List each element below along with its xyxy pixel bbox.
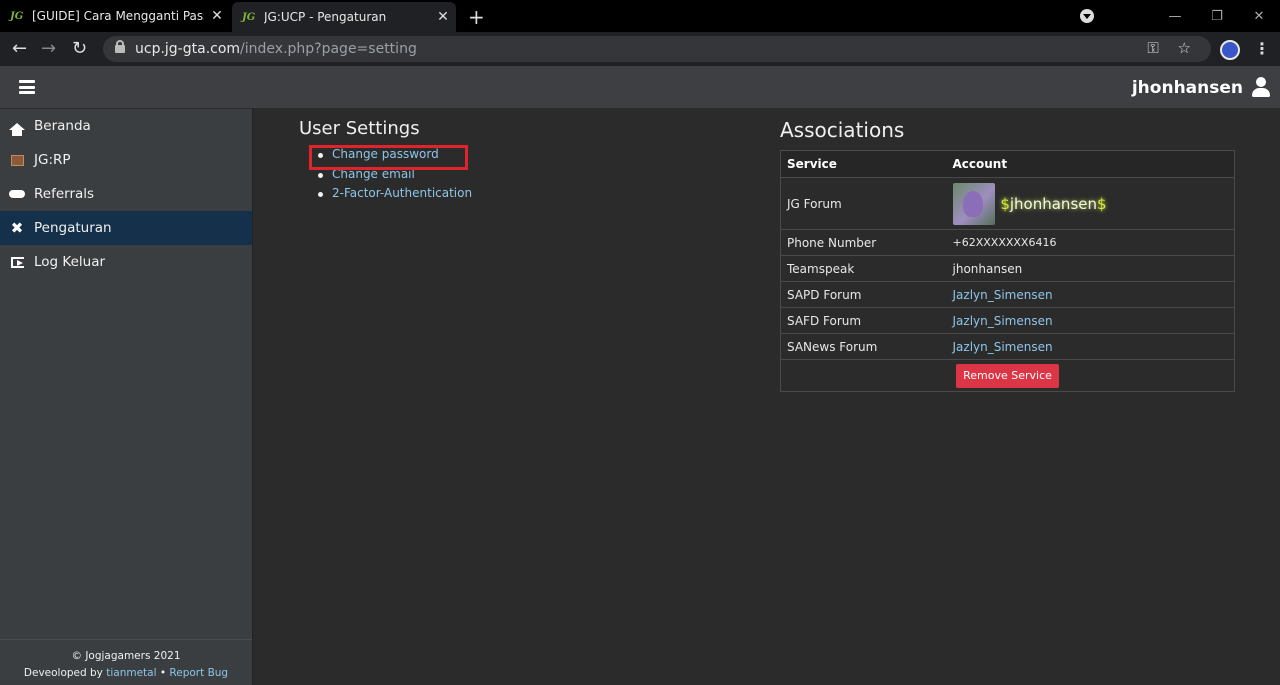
- sidebar-item-label: JG:RP: [34, 152, 71, 168]
- sidebar-footer: © Jogjagamers 2021 Deveoloped by tianmet…: [0, 639, 252, 682]
- jg-favicon-icon: JG: [10, 10, 24, 22]
- minimize-icon[interactable]: —: [1154, 9, 1196, 24]
- sidebar-item-referrals[interactable]: Referrals: [0, 177, 252, 211]
- sidebar-item-jgrp[interactable]: JG:RP: [0, 143, 252, 177]
- developed-prefix: Deveoloped by: [23, 667, 103, 679]
- home-icon: [9, 119, 25, 136]
- sidebar-item-label: Log Keluar: [34, 254, 106, 270]
- table-row: Phone Number +62XXXXXXX6416: [780, 229, 1235, 256]
- tools-icon: ✖: [10, 219, 24, 237]
- forward-icon[interactable]: →: [41, 38, 56, 59]
- forum-avatar: [952, 182, 995, 225]
- sidebar: Beranda JG:RP Referrals ✖ Pengaturan Log…: [0, 109, 253, 685]
- remove-service-button[interactable]: Remove Service: [956, 363, 1059, 388]
- lock-icon[interactable]: [115, 40, 125, 53]
- copyright-text: © Jogjagamers 2021: [71, 650, 181, 662]
- account-link[interactable]: Jazlyn_Simensen: [946, 333, 1235, 360]
- avatar[interactable]: [1220, 40, 1240, 60]
- jgrp-icon: [9, 153, 25, 167]
- account-cell: jhonhansen: [946, 255, 1235, 282]
- service-cell: JG Forum: [780, 177, 947, 230]
- new-tab-icon[interactable]: +: [468, 5, 485, 29]
- two-factor-auth-link[interactable]: 2-Factor-Authentication: [316, 184, 472, 204]
- window-controls: — ❐ ✕: [1080, 0, 1280, 32]
- sidebar-item-log-keluar[interactable]: Log Keluar: [0, 245, 252, 279]
- associations-table: Service Account JG Forum $jhonhansen$ Ph…: [780, 150, 1235, 392]
- table-row: Teamspeak jhonhansen: [780, 255, 1235, 282]
- browser-tab-guide[interactable]: JG [GUIDE] Cara Mengganti Passwo ✕: [0, 0, 230, 32]
- table-row: SAPD Forum Jazlyn_Simensen: [780, 281, 1235, 308]
- address-bar: ← → ↻ ucp.jg-gta.com/index.php?page=sett…: [0, 32, 1280, 66]
- app-header: jhonhansen: [0, 66, 1280, 109]
- sidebar-item-label: Referrals: [34, 186, 95, 202]
- jg-favicon-icon: JG: [242, 11, 256, 23]
- developer-link[interactable]: tianmetal: [106, 667, 156, 679]
- browser-tab-pengaturan[interactable]: JG JG:UCP - Pengaturan ✕: [232, 2, 456, 32]
- username[interactable]: jhonhansen: [1132, 78, 1243, 98]
- close-icon[interactable]: ✕: [430, 9, 456, 25]
- reload-icon[interactable]: ↻: [72, 38, 87, 59]
- associations-section: Associations Service Account JG Forum $j…: [780, 118, 1235, 392]
- tab-search-icon[interactable]: [1080, 9, 1094, 23]
- service-cell: Phone Number: [780, 229, 947, 256]
- remove-row: Remove Service: [780, 359, 1235, 392]
- service-cell: SAFD Forum: [780, 307, 947, 334]
- user-settings-title: User Settings: [299, 118, 420, 139]
- sidebar-item-pengaturan[interactable]: ✖ Pengaturan: [0, 211, 252, 245]
- hamburger-menu-icon[interactable]: [19, 80, 35, 94]
- service-cell: Teamspeak: [780, 255, 947, 282]
- close-icon[interactable]: ✕: [204, 8, 230, 24]
- handshake-icon: [9, 187, 25, 201]
- account-cell: $jhonhansen$: [946, 177, 1235, 230]
- user-icon[interactable]: [1251, 77, 1271, 97]
- table-row: JG Forum $jhonhansen$: [780, 177, 1235, 230]
- sidebar-item-beranda[interactable]: Beranda: [0, 109, 252, 143]
- url-host: ucp.jg-gta.com: [135, 41, 241, 57]
- account-cell: +62XXXXXXX6416: [946, 229, 1235, 256]
- forum-username: $jhonhansen$: [1000, 194, 1107, 213]
- back-icon[interactable]: ←: [12, 38, 27, 59]
- footer-separator: •: [159, 667, 167, 679]
- browser-tab-bar: JG [GUIDE] Cara Mengganti Passwo ✕ JG JG…: [0, 0, 1280, 32]
- tab-title: JG:UCP - Pengaturan: [264, 10, 387, 24]
- highlight-box: [309, 145, 468, 170]
- menu-dots-icon[interactable]: ⋮: [1254, 39, 1270, 58]
- service-cell: SANews Forum: [780, 333, 947, 360]
- star-icon[interactable]: ☆: [1178, 39, 1191, 57]
- report-bug-link[interactable]: Report Bug: [169, 667, 228, 679]
- account-link[interactable]: Jazlyn_Simensen: [946, 281, 1235, 308]
- restore-icon[interactable]: ❐: [1196, 9, 1238, 24]
- associations-title: Associations: [780, 118, 905, 142]
- column-header-service: Service: [780, 150, 947, 178]
- developer-credit: Deveoloped by tianmetal • Report Bug: [0, 665, 252, 682]
- url-path: /index.php?page=setting: [240, 41, 417, 57]
- tab-title: [GUIDE] Cara Mengganti Passwo: [32, 9, 204, 23]
- remove-cell: Remove Service: [780, 359, 1235, 392]
- account-link[interactable]: Jazlyn_Simensen: [946, 307, 1235, 334]
- table-row: SAFD Forum Jazlyn_Simensen: [780, 307, 1235, 334]
- column-header-account: Account: [946, 150, 1235, 178]
- service-cell: SAPD Forum: [780, 281, 947, 308]
- window-close-icon[interactable]: ✕: [1238, 9, 1280, 24]
- sidebar-item-label: Pengaturan: [34, 220, 112, 236]
- key-icon[interactable]: ⚿: [1147, 39, 1158, 57]
- url-input[interactable]: ucp.jg-gta.com/index.php?page=setting ⚿ …: [103, 36, 1211, 62]
- table-header-row: Service Account: [780, 150, 1235, 178]
- table-row: SANews Forum Jazlyn_Simensen: [780, 333, 1235, 360]
- logout-icon: [9, 255, 25, 269]
- sidebar-item-label: Beranda: [34, 118, 91, 134]
